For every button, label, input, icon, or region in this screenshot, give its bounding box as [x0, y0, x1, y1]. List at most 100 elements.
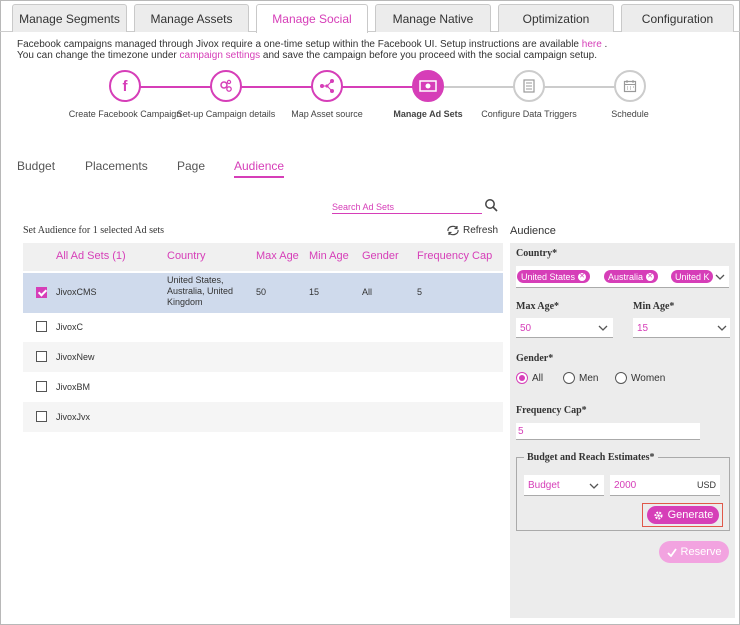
country-chip[interactable]: Australia ✕ [604, 270, 659, 283]
chevron-down-icon[interactable] [715, 274, 725, 280]
table-row[interactable]: JivoxC [23, 312, 503, 342]
subtab-placements[interactable]: Placements [85, 159, 148, 173]
remove-chip-icon[interactable]: ✕ [646, 272, 655, 281]
generate-label: Generate [667, 509, 714, 521]
row-name: JivoxJvx [56, 412, 91, 422]
tab-optimization[interactable]: Optimization [498, 4, 614, 32]
generate-button[interactable]: Generate [647, 506, 719, 524]
gender-radio-all[interactable]: All [516, 372, 543, 384]
row-checkbox[interactable] [36, 321, 47, 332]
tab-manage-segments[interactable]: Manage Segments [12, 4, 127, 32]
row-name: JivoxNew [56, 352, 95, 362]
radio-label: All [532, 372, 544, 384]
check-icon [666, 547, 677, 557]
row-min-age: 15 [309, 287, 320, 297]
row-max-age: 50 [256, 287, 267, 297]
info-text-1-end: . [601, 39, 608, 50]
radio-label: Women [631, 372, 666, 384]
chevron-down-icon [589, 483, 599, 489]
frequency-cap-input[interactable]: 5 [516, 423, 700, 440]
row-checkbox[interactable] [36, 287, 47, 298]
tab-manage-social[interactable]: Manage Social [256, 4, 368, 33]
info-text-2-end: and save the campaign before you proceed… [260, 50, 598, 61]
subtab-audience[interactable]: Audience [234, 159, 285, 178]
gears-icon [210, 70, 242, 102]
chip-label: United K [675, 271, 710, 282]
radio-selected-icon [516, 372, 528, 384]
info-text-2: You can change the timezone under [17, 50, 180, 61]
frequency-cap-label: Frequency Cap* [516, 405, 587, 416]
facebook-icon: f [109, 70, 141, 102]
step-schedule[interactable]: Schedule [570, 70, 690, 119]
min-age-label: Min Age* [633, 301, 675, 312]
gear-icon [654, 510, 663, 520]
col-gender: Gender [362, 250, 399, 262]
audience-panel-title: Audience [510, 225, 556, 237]
row-name: JivoxC [56, 322, 84, 332]
budget-amount-input[interactable]: 2000 USD [610, 475, 720, 496]
col-frequency-cap: Frequency Cap [417, 250, 493, 262]
chevron-down-icon [598, 325, 608, 331]
col-max-age: Max Age [256, 250, 299, 262]
country-label: Country* [516, 248, 558, 259]
step-label: Schedule [611, 109, 649, 119]
refresh-icon [447, 225, 459, 236]
budget-type-select[interactable]: Budget [524, 475, 604, 496]
gender-label: Gender* [516, 353, 554, 364]
chip-label: United States [521, 271, 576, 282]
frequency-cap-value: 5 [518, 426, 524, 437]
max-age-label: Max Age* [516, 301, 560, 312]
tab-manage-assets[interactable]: Manage Assets [134, 4, 249, 32]
info-text-1: Facebook campaigns managed through Jivox… [17, 39, 582, 50]
budget-amount-value: 2000 [614, 480, 637, 491]
subtab-budget[interactable]: Budget [17, 159, 55, 173]
table-row[interactable]: JivoxCMS United States, Australia, Unite… [23, 273, 503, 313]
table-row[interactable]: JivoxJvx [23, 402, 503, 432]
row-checkbox[interactable] [36, 411, 47, 422]
country-multiselect[interactable]: United States ✕ Australia ✕ United K [516, 266, 729, 288]
chevron-down-icon [717, 325, 727, 331]
subtab-page[interactable]: Page [177, 159, 205, 173]
table-row[interactable]: JivoxBM [23, 372, 503, 402]
network-icon [311, 70, 343, 102]
ad-sets-table-header: All Ad Sets (1) Country Max Age Min Age … [23, 243, 503, 271]
here-link[interactable]: here [582, 39, 602, 50]
radio-label: Men [579, 372, 599, 384]
min-age-select[interactable]: 15 [633, 318, 730, 338]
list-icon [513, 70, 545, 102]
search-icon[interactable] [484, 198, 498, 212]
row-checkbox[interactable] [36, 351, 47, 362]
row-freq: 5 [417, 287, 423, 297]
campaign-settings-link[interactable]: campaign settings [180, 50, 261, 61]
min-age-value: 15 [637, 323, 649, 334]
max-age-select[interactable]: 50 [516, 318, 613, 338]
col-min-age: Min Age [309, 250, 349, 262]
chip-label: Australia [608, 271, 644, 282]
tab-configuration[interactable]: Configuration [621, 4, 734, 32]
radio-icon [615, 372, 627, 384]
country-chip[interactable]: United K [671, 270, 713, 283]
search-ad-sets-input[interactable]: Search Ad Sets [332, 202, 482, 214]
refresh-button[interactable]: Refresh [446, 225, 498, 236]
top-tab-bar: Manage Segments Manage Assets Manage Soc… [0, 0, 740, 33]
setup-info-text: Facebook campaigns managed through Jivox… [17, 39, 607, 61]
row-checkbox[interactable] [36, 381, 47, 392]
gender-radio-men[interactable]: Men [563, 372, 598, 384]
country-chip[interactable]: United States ✕ [517, 270, 591, 283]
max-age-value: 50 [520, 323, 532, 334]
calendar-icon [614, 70, 646, 102]
currency-label: USD [696, 480, 716, 490]
money-icon [412, 70, 444, 102]
table-row[interactable]: JivoxNew [23, 342, 503, 372]
col-country: Country [167, 250, 206, 262]
remove-chip-icon[interactable]: ✕ [578, 272, 587, 281]
reserve-button[interactable]: Reserve [659, 541, 729, 563]
col-all-ad-sets[interactable]: All Ad Sets (1) [56, 250, 126, 262]
tab-manage-native[interactable]: Manage Native [375, 4, 491, 32]
row-country: United States, Australia, United Kingdom [167, 275, 234, 307]
row-name: JivoxBM [56, 382, 91, 392]
budget-type-value: Budget [528, 480, 560, 491]
radio-icon [563, 372, 575, 384]
budget-reach-legend: Budget and Reach Estimates* [524, 452, 658, 463]
gender-radio-women[interactable]: Women [615, 372, 665, 384]
